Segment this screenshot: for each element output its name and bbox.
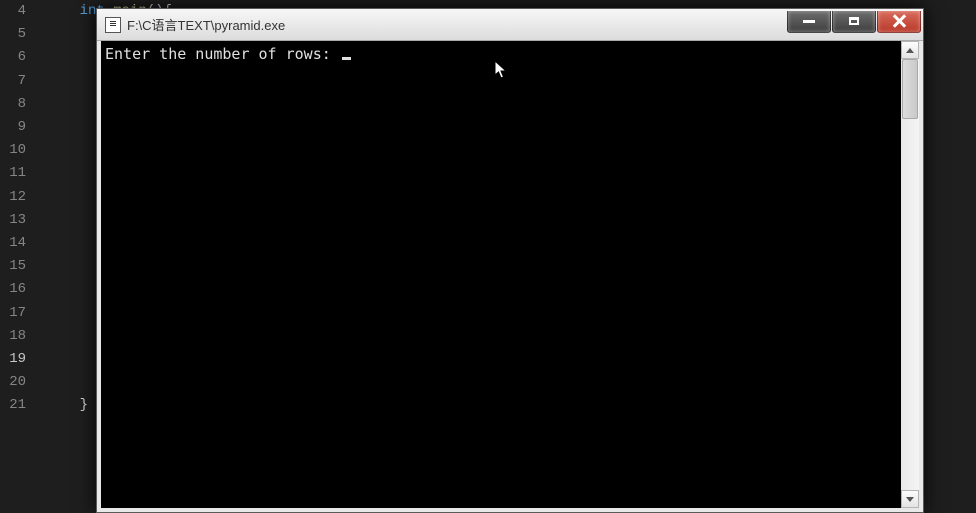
line-number: 9 <box>0 116 26 139</box>
close-icon <box>892 14 906 28</box>
line-number: 18 <box>0 325 26 348</box>
vertical-scrollbar[interactable] <box>901 41 919 508</box>
line-number: 11 <box>0 162 26 185</box>
line-number: 20 <box>0 371 26 394</box>
scroll-track[interactable] <box>901 59 919 490</box>
window-title: F:\C语言TEXT\pyramid.exe <box>127 15 787 34</box>
line-number: 4 <box>0 0 26 23</box>
minimize-button[interactable] <box>787 11 831 33</box>
scroll-down-button[interactable] <box>901 490 919 508</box>
close-button[interactable] <box>877 11 921 33</box>
chevron-up-icon <box>906 48 914 53</box>
line-number: 12 <box>0 186 26 209</box>
console-client-area: Enter the number of rows: <box>101 41 919 508</box>
line-number: 6 <box>0 46 26 69</box>
text-cursor <box>342 57 351 60</box>
line-number: 13 <box>0 209 26 232</box>
console-window: F:\C语言TEXT\pyramid.exe Enter the number … <box>96 8 924 513</box>
line-number: 15 <box>0 255 26 278</box>
minimize-icon <box>803 20 815 23</box>
line-number: 8 <box>0 93 26 116</box>
window-controls <box>787 11 921 33</box>
console-output[interactable]: Enter the number of rows: <box>101 41 901 508</box>
maximize-button[interactable] <box>832 11 876 33</box>
titlebar[interactable]: F:\C语言TEXT\pyramid.exe <box>97 9 923 41</box>
line-number-gutter: 456789101112131415161718192021 <box>0 0 36 513</box>
line-number: 21 <box>0 394 26 417</box>
line-number: 19 <box>0 348 26 371</box>
line-number: 17 <box>0 302 26 325</box>
prompt-text: Enter the number of rows: <box>105 45 340 63</box>
scroll-up-button[interactable] <box>901 41 919 59</box>
line-number: 10 <box>0 139 26 162</box>
line-number: 16 <box>0 278 26 301</box>
chevron-down-icon <box>906 497 914 502</box>
line-number: 7 <box>0 70 26 93</box>
line-number: 5 <box>0 23 26 46</box>
line-number: 14 <box>0 232 26 255</box>
maximize-icon <box>849 17 859 25</box>
scroll-thumb[interactable] <box>902 59 918 119</box>
app-icon <box>105 17 121 33</box>
